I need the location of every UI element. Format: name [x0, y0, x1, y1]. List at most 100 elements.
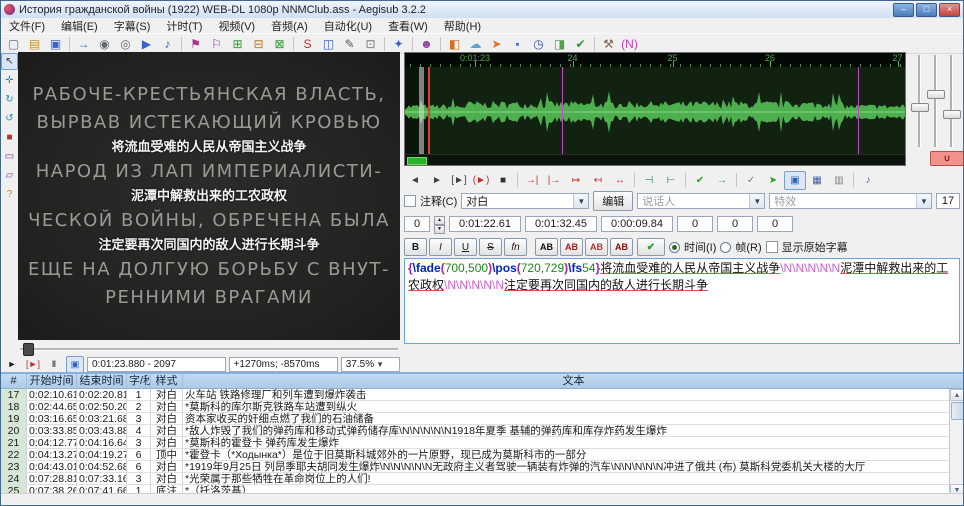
subtitle-row[interactable]: 180:02:44.650:02:50.202对白*莫斯科的库尔斯克铁路车站遭到…	[1, 401, 964, 413]
end-time-field[interactable]: 0:01:32.45	[525, 216, 597, 232]
menu-item-e[interactable]: 编辑(E)	[53, 18, 106, 34]
video-zoom-select[interactable]: 37.5% ▼	[341, 357, 400, 372]
play-to-end-button[interactable]: ↔	[609, 171, 631, 190]
resample-resolution-button[interactable]: ◨	[549, 34, 570, 53]
secondary-color-button[interactable]: AB	[560, 238, 583, 256]
margin-vertical-field[interactable]: 0	[757, 216, 793, 232]
play-button[interactable]: ►	[3, 356, 21, 373]
actor-combo[interactable]: 说话人 ▼	[637, 193, 765, 209]
audio-scrollbar[interactable]	[405, 154, 905, 165]
margin-left-field[interactable]: 0	[677, 216, 713, 232]
jump-to-button[interactable]: →	[73, 34, 94, 53]
audio-scrollbar-thumb[interactable]	[407, 157, 427, 165]
rotate-z-tool-button[interactable]: ↻	[1, 91, 18, 108]
vector-clip-tool-button[interactable]: ▱	[1, 167, 18, 184]
play-500-before-button[interactable]: →|	[521, 171, 543, 190]
find-button[interactable]: ◉	[94, 34, 115, 53]
menu-item-a[interactable]: 音频(A)	[263, 18, 316, 34]
font-button[interactable]: fn	[504, 238, 527, 256]
horizontal-zoom-slider[interactable]	[914, 55, 924, 147]
scroll-up-icon[interactable]: ▲	[950, 389, 964, 401]
play-500-after-button[interactable]: |→	[543, 171, 565, 190]
close-button[interactable]: ×	[939, 3, 960, 17]
commit-button[interactable]: ✔	[689, 171, 711, 190]
scale-tool-button[interactable]: ■	[1, 129, 18, 146]
play-500-first-button[interactable]: ↦	[565, 171, 587, 190]
styling-assistant-button[interactable]: S	[297, 34, 318, 53]
attachments-button[interactable]: ⊞	[227, 34, 248, 53]
kanji-timer-button[interactable]: ◷	[528, 34, 549, 53]
drag-tool-button[interactable]: ✛	[1, 72, 18, 89]
go-to-selection-button[interactable]: →	[711, 171, 733, 190]
save-subtitles-button[interactable]: ▣	[45, 34, 66, 53]
italic-button[interactable]: I	[429, 238, 452, 256]
audio-next-line-button[interactable]: ►	[426, 171, 448, 190]
auto-next-button[interactable]: ➤	[762, 171, 784, 190]
select-lines-button[interactable]: ⊠	[269, 34, 290, 53]
duration-field[interactable]: 0:00:09.84	[601, 216, 673, 232]
automation-button[interactable]: ✦	[388, 34, 409, 53]
subtitle-text-editor[interactable]: {\fade(700,500)\pos(720,729)\fs54}将流血受难的…	[404, 258, 960, 344]
show-original-checkbox[interactable]	[766, 241, 778, 253]
vertical-zoom-slider[interactable]	[930, 55, 940, 147]
help-button[interactable]: ?	[1, 186, 18, 203]
subtitle-row[interactable]: 200:03:33.850:03:43.884对白*敌人炸毁了我们的弹药库和移动…	[1, 425, 964, 437]
style-select[interactable]: 对白 ▼	[461, 193, 589, 209]
auto-scroll-button[interactable]: ▣	[784, 171, 806, 190]
add-lead-out-button[interactable]: ⊢	[660, 171, 682, 190]
strikeout-button[interactable]: S	[479, 238, 502, 256]
rotate-xy-tool-button[interactable]: ↺	[1, 110, 18, 127]
fonts-collector-button[interactable]: ⊟	[248, 34, 269, 53]
standard-tool-button[interactable]: ↖	[1, 53, 18, 70]
auto-commit-button[interactable]: ✓	[740, 171, 762, 190]
underline-button[interactable]: U	[454, 238, 477, 256]
commit-button[interactable]: ✔	[637, 238, 665, 256]
menu-item-w[interactable]: 查看(W)	[380, 18, 436, 34]
auto-seek-toggle[interactable]: ▣	[66, 356, 84, 373]
subtitle-row[interactable]: 230:04:43.010:04:52.686对白*1919年9月25日 列昂季…	[1, 461, 964, 473]
hotkeys-button[interactable]: ⚒	[598, 34, 619, 53]
minimal-view-button[interactable]: ▪	[507, 34, 528, 53]
primary-color-button[interactable]: AB	[535, 238, 558, 256]
audio-waveform[interactable]	[405, 67, 905, 157]
seek-thumb[interactable]	[23, 343, 34, 356]
style-editor-button[interactable]: ⚐	[206, 34, 227, 53]
audio-play-selection-button[interactable]: [►]	[448, 171, 470, 190]
shift-times-button[interactable]: ◧	[444, 34, 465, 53]
menu-item-f[interactable]: 文件(F)	[1, 18, 53, 34]
audio-play-line-button[interactable]: (►)	[470, 171, 492, 190]
grid-scrollbar-thumb[interactable]	[951, 402, 964, 420]
frame-radio[interactable]	[720, 242, 731, 253]
open-video-button[interactable]: ▶	[136, 34, 157, 53]
timing-postprocessor-button[interactable]: ➤	[486, 34, 507, 53]
new-subtitles-button[interactable]: ▢	[3, 34, 24, 53]
paste-over-button[interactable]: ⊡	[360, 34, 381, 53]
maximize-button[interactable]: □	[916, 3, 937, 17]
slider-thumb[interactable]	[943, 110, 961, 119]
edit-style-button[interactable]: 编辑	[593, 191, 633, 211]
open-subtitles-button[interactable]: ▤	[24, 34, 45, 53]
clip-tool-button[interactable]: ▭	[1, 148, 18, 165]
spell-checker-button[interactable]: ✔	[570, 34, 591, 53]
find-next-button[interactable]: ◎	[115, 34, 136, 53]
preferences-button[interactable]: ☻	[416, 34, 437, 53]
time-radio[interactable]	[669, 242, 680, 253]
play-line-button[interactable]: [►]	[24, 356, 42, 373]
subtitle-row[interactable]: 220:04:13.270:04:19.276顶中*霍登卡（*Ходынка*）…	[1, 449, 964, 461]
edit-line-button[interactable]: ✎	[339, 34, 360, 53]
outline-color-button[interactable]: AB	[585, 238, 608, 256]
subtitle-row[interactable]: 190:03:16.650:03:21.683对白资本家收买的奸细点燃了我们的石…	[1, 413, 964, 425]
video-seek-slider[interactable]	[18, 342, 400, 355]
subtitle-row[interactable]: 210:04:12.770:04:16.643对白*莫斯科的霍登卡 弹药库发生爆…	[1, 437, 964, 449]
menu-item-h[interactable]: 帮助(H)	[436, 18, 489, 34]
spectrum-toggle-button[interactable]: ▦	[806, 171, 828, 190]
margin-right-field[interactable]: 0	[717, 216, 753, 232]
layer-field[interactable]: 0	[404, 216, 430, 232]
translation-assistant-button[interactable]: ◫	[318, 34, 339, 53]
slider-thumb[interactable]	[911, 103, 929, 112]
grid-scrollbar[interactable]: ▲ ▼	[949, 389, 964, 496]
link-vertical-zoom-button[interactable]: ▥	[828, 171, 850, 190]
layer-spinner[interactable]: ▲▼	[434, 216, 445, 232]
effect-combo[interactable]: 特效 ▼	[769, 193, 932, 209]
minimize-button[interactable]: –	[893, 3, 914, 17]
